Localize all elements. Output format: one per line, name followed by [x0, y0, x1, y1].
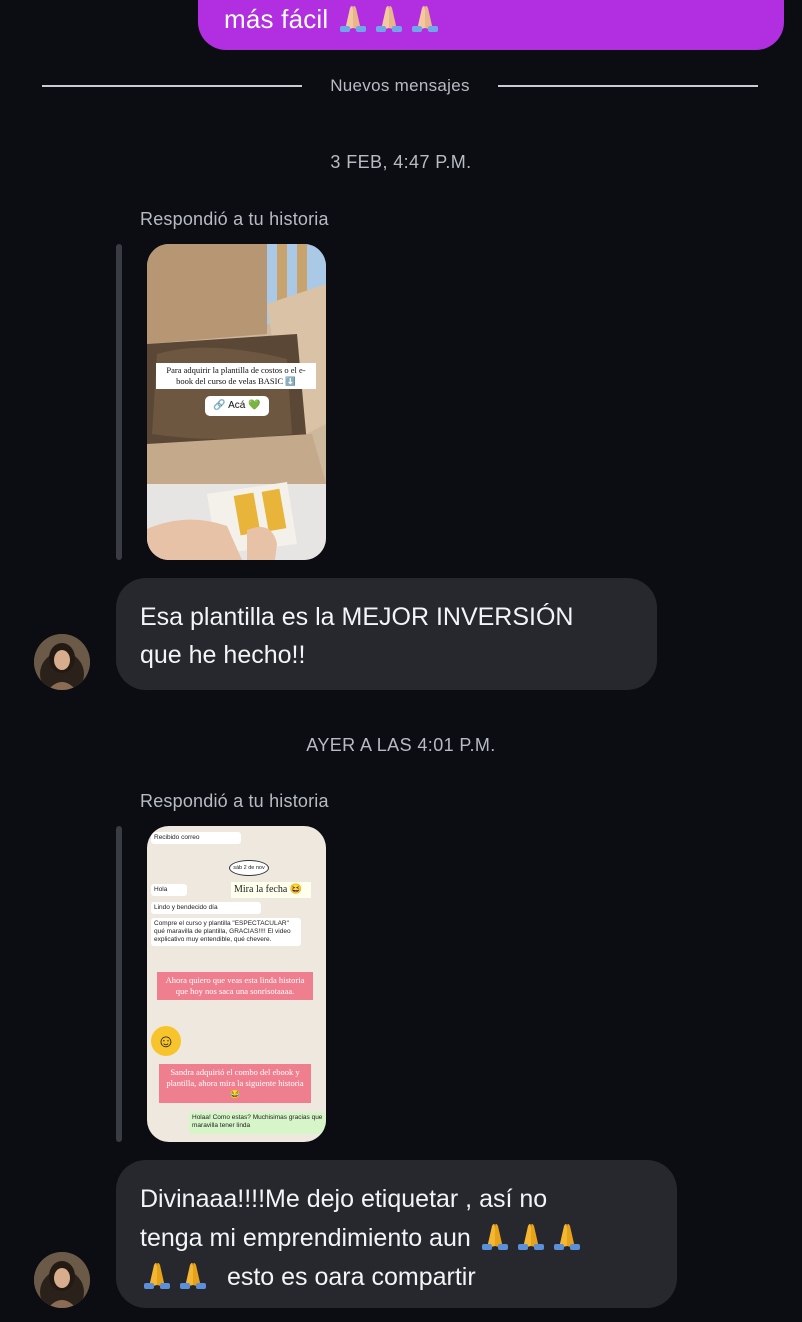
message-text-fragment: tenga mi emprendimiento aun — [140, 1224, 471, 1252]
date-chip: sáb 2 de nov — [229, 860, 269, 876]
avatar-image — [34, 1252, 90, 1308]
story-caption: Para adquirir la plantilla de costos o e… — [156, 363, 316, 389]
avatar[interactable] — [34, 634, 90, 690]
message-timestamp: AYER A LAS 4:01 P.M. — [306, 735, 496, 755]
chat-bubble: Holaa! Como estas? Muchisimas gracias qu… — [189, 1112, 326, 1134]
story-chat-screenshot: Recibido correo sáb 2 de nov Mira la fec… — [147, 826, 326, 1142]
incoming-message-bubble[interactable]: Divinaaa!!!!Me dejo etiquetar , así no t… — [116, 1160, 677, 1308]
outgoing-message-text: más fácil — [224, 0, 444, 35]
chat-bubble: Lindo y bendecido día — [151, 902, 261, 914]
message-text-line: que he hecho!! — [140, 641, 306, 669]
praying-hands-icon — [339, 5, 366, 32]
story-reply-label: Respondió a tu historia — [140, 791, 329, 811]
message-text-line: Esa plantilla es la MEJOR INVERSIÓN — [140, 603, 574, 631]
story-link-label: Acá 💚 — [228, 400, 261, 411]
message-timestamp: 3 FEB, 4:47 P.M. — [330, 152, 472, 172]
praying-hands-icon — [517, 1223, 544, 1250]
message-text-line: Divinaaa!!!!Me dejo etiquetar , así no — [140, 1185, 548, 1213]
message-text-line: esto es oara compartir — [140, 1257, 653, 1296]
message-text-fragment: esto es oara compartir — [226, 1263, 476, 1291]
story-thumbnail[interactable]: Para adquirir la plantilla de costos o e… — [147, 244, 326, 560]
new-messages-divider: Nuevos mensajes — [42, 74, 758, 98]
story-link-sticker[interactable]: 🔗 Acá 💚 — [205, 396, 269, 416]
avatar-image — [34, 634, 90, 690]
praying-hands-icon — [411, 5, 438, 32]
praying-hands-icon — [180, 1262, 206, 1289]
message-text-line: tenga mi emprendimiento aun — [140, 1218, 653, 1257]
praying-hands-icon — [375, 5, 402, 32]
smiley-icon: ☺ — [151, 1026, 181, 1056]
reply-quote-bar — [116, 826, 122, 1142]
incoming-message-bubble[interactable]: Esa plantilla es la MEJOR INVERSIÓN que … — [116, 578, 657, 690]
chat-bubble: Recibido correo — [151, 832, 241, 844]
reply-quote-bar — [116, 244, 122, 560]
outgoing-message-bubble[interactable]: más fácil — [198, 0, 784, 50]
story-reply-label: Respondió a tu historia — [140, 209, 329, 229]
annotation-text: Mira la fecha 😆 — [231, 882, 311, 898]
divider-line-right — [498, 85, 758, 87]
praying-hands-icon — [553, 1223, 580, 1250]
praying-hands-icon — [144, 1262, 170, 1289]
praying-hands-icon — [481, 1223, 508, 1250]
link-icon: 🔗 — [213, 400, 226, 411]
outgoing-text: más fácil — [224, 4, 329, 34]
story-text-overlay: Sandra adquirió el combo del ebook y pla… — [159, 1064, 311, 1103]
message-thread: más fácil Nuevos mensajes 3 FEB, 4:47 P.… — [0, 0, 802, 1322]
chat-bubble: Hola — [151, 884, 187, 896]
story-thumbnail[interactable]: Recibido correo sáb 2 de nov Mira la fec… — [147, 826, 326, 1142]
chat-bubble: Compre el curso y plantilla "ESPECTACULA… — [151, 918, 301, 946]
avatar[interactable] — [34, 1252, 90, 1308]
story-text-overlay: Ahora quiero que veas esta linda histori… — [157, 972, 313, 1000]
